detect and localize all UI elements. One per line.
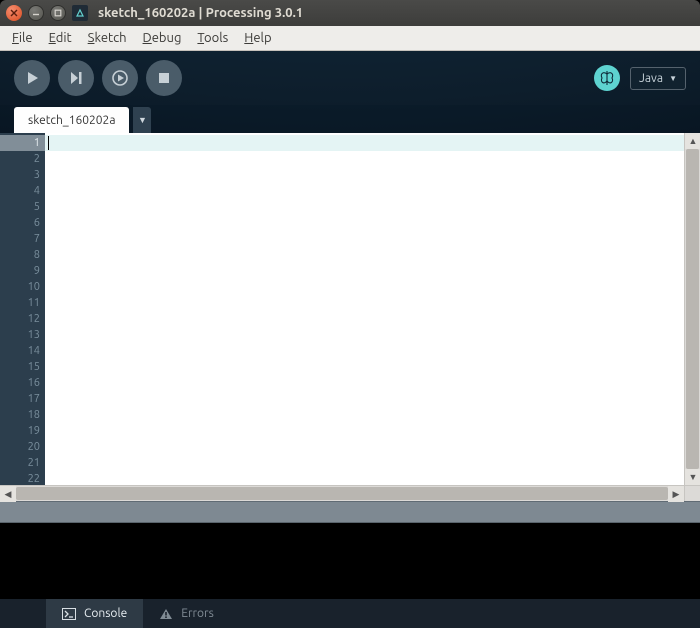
sketch-tab-label: sketch_160202a — [28, 114, 115, 127]
line-number[interactable]: 4 — [0, 183, 45, 199]
console-output[interactable] — [0, 523, 700, 599]
line-number[interactable]: 14 — [0, 343, 45, 359]
line-number[interactable]: 5 — [0, 199, 45, 215]
line-number[interactable]: 15 — [0, 359, 45, 375]
menu-file[interactable]: File — [4, 29, 41, 47]
line-number[interactable]: 9 — [0, 263, 45, 279]
errors-tab[interactable]: Errors — [143, 599, 230, 628]
scroll-left-arrow-icon[interactable]: ◀ — [0, 486, 16, 502]
line-number[interactable]: 11 — [0, 295, 45, 311]
menu-edit[interactable]: Edit — [41, 29, 80, 47]
stop-icon — [158, 72, 170, 84]
toolbar: Java ▼ — [0, 51, 700, 105]
chevron-down-icon: ▼ — [669, 74, 677, 83]
menubar: File Edit Sketch Debug Tools Help — [0, 26, 700, 51]
line-number[interactable]: 21 — [0, 455, 45, 471]
tab-menu-button[interactable]: ▼ — [133, 107, 151, 133]
scrollbar-corner — [684, 485, 700, 501]
code-editor[interactable] — [45, 133, 684, 485]
app-icon — [72, 5, 88, 21]
console-tab-label: Console — [84, 607, 127, 620]
window-minimize-button[interactable] — [28, 5, 44, 21]
line-number[interactable]: 2 — [0, 151, 45, 167]
menu-help[interactable]: Help — [236, 29, 279, 47]
line-gutter[interactable]: 12345678910111213141516171819202122 — [0, 133, 45, 485]
sketch-tabstrip: sketch_160202a ▼ — [0, 105, 700, 133]
bottom-tabbar: Console Errors — [0, 599, 700, 628]
close-icon — [10, 9, 18, 17]
step-button[interactable] — [58, 60, 94, 96]
menu-tools[interactable]: Tools — [189, 29, 236, 47]
line-number[interactable]: 16 — [0, 375, 45, 391]
window-title: sketch_160202a | Processing 3.0.1 — [98, 6, 303, 20]
stop-button[interactable] — [146, 60, 182, 96]
menu-debug[interactable]: Debug — [135, 29, 190, 47]
sketch-tab-active[interactable]: sketch_160202a — [14, 107, 129, 133]
vertical-scroll-thumb[interactable] — [686, 149, 699, 469]
mode-selector[interactable]: Java ▼ — [630, 67, 686, 90]
maximize-icon — [54, 9, 62, 17]
line-number[interactable]: 10 — [0, 279, 45, 295]
scroll-down-arrow-icon[interactable]: ▼ — [685, 469, 700, 485]
errors-tab-label: Errors — [181, 607, 214, 620]
line-number[interactable]: 17 — [0, 391, 45, 407]
scroll-up-arrow-icon[interactable]: ▲ — [685, 133, 700, 149]
editor-area: 12345678910111213141516171819202122 ▲ ▼ — [0, 133, 700, 485]
line-number[interactable]: 19 — [0, 423, 45, 439]
console-icon — [62, 607, 76, 621]
window-close-button[interactable] — [6, 5, 22, 21]
mode-label: Java — [639, 72, 663, 85]
window-maximize-button[interactable] — [50, 5, 66, 21]
line-number[interactable]: 12 — [0, 311, 45, 327]
line-number[interactable]: 3 — [0, 167, 45, 183]
text-caret — [48, 136, 49, 150]
debugger-toggle-button[interactable] — [594, 65, 620, 91]
window-titlebar: sketch_160202a | Processing 3.0.1 — [0, 0, 700, 26]
run-button[interactable] — [14, 60, 50, 96]
horizontal-scrollbar[interactable]: ◀ ▶ — [0, 485, 684, 501]
console-tab[interactable]: Console — [46, 599, 143, 628]
play-circle-icon — [112, 70, 128, 86]
play-icon — [25, 71, 39, 85]
line-number[interactable]: 18 — [0, 407, 45, 423]
menu-sketch[interactable]: Sketch — [80, 29, 135, 47]
current-line-highlight — [45, 135, 684, 151]
scroll-right-arrow-icon[interactable]: ▶ — [668, 486, 684, 502]
step-icon — [69, 71, 83, 85]
line-number[interactable]: 20 — [0, 439, 45, 455]
warning-icon — [159, 607, 173, 621]
line-number[interactable]: 13 — [0, 327, 45, 343]
horizontal-scrollbar-strip: ◀ ▶ — [0, 485, 700, 501]
present-button[interactable] — [102, 60, 138, 96]
line-number[interactable]: 6 — [0, 215, 45, 231]
status-divider[interactable] — [0, 501, 700, 523]
line-number[interactable]: 8 — [0, 247, 45, 263]
line-number[interactable]: 1 — [0, 135, 45, 151]
horizontal-scroll-thumb[interactable] — [16, 487, 668, 500]
chevron-down-icon: ▼ — [138, 115, 147, 125]
vertical-scrollbar[interactable]: ▲ ▼ — [684, 133, 700, 485]
minimize-icon — [32, 9, 40, 17]
horizontal-scroll-track[interactable] — [16, 486, 668, 501]
line-number[interactable]: 7 — [0, 231, 45, 247]
butterfly-icon — [599, 70, 615, 86]
